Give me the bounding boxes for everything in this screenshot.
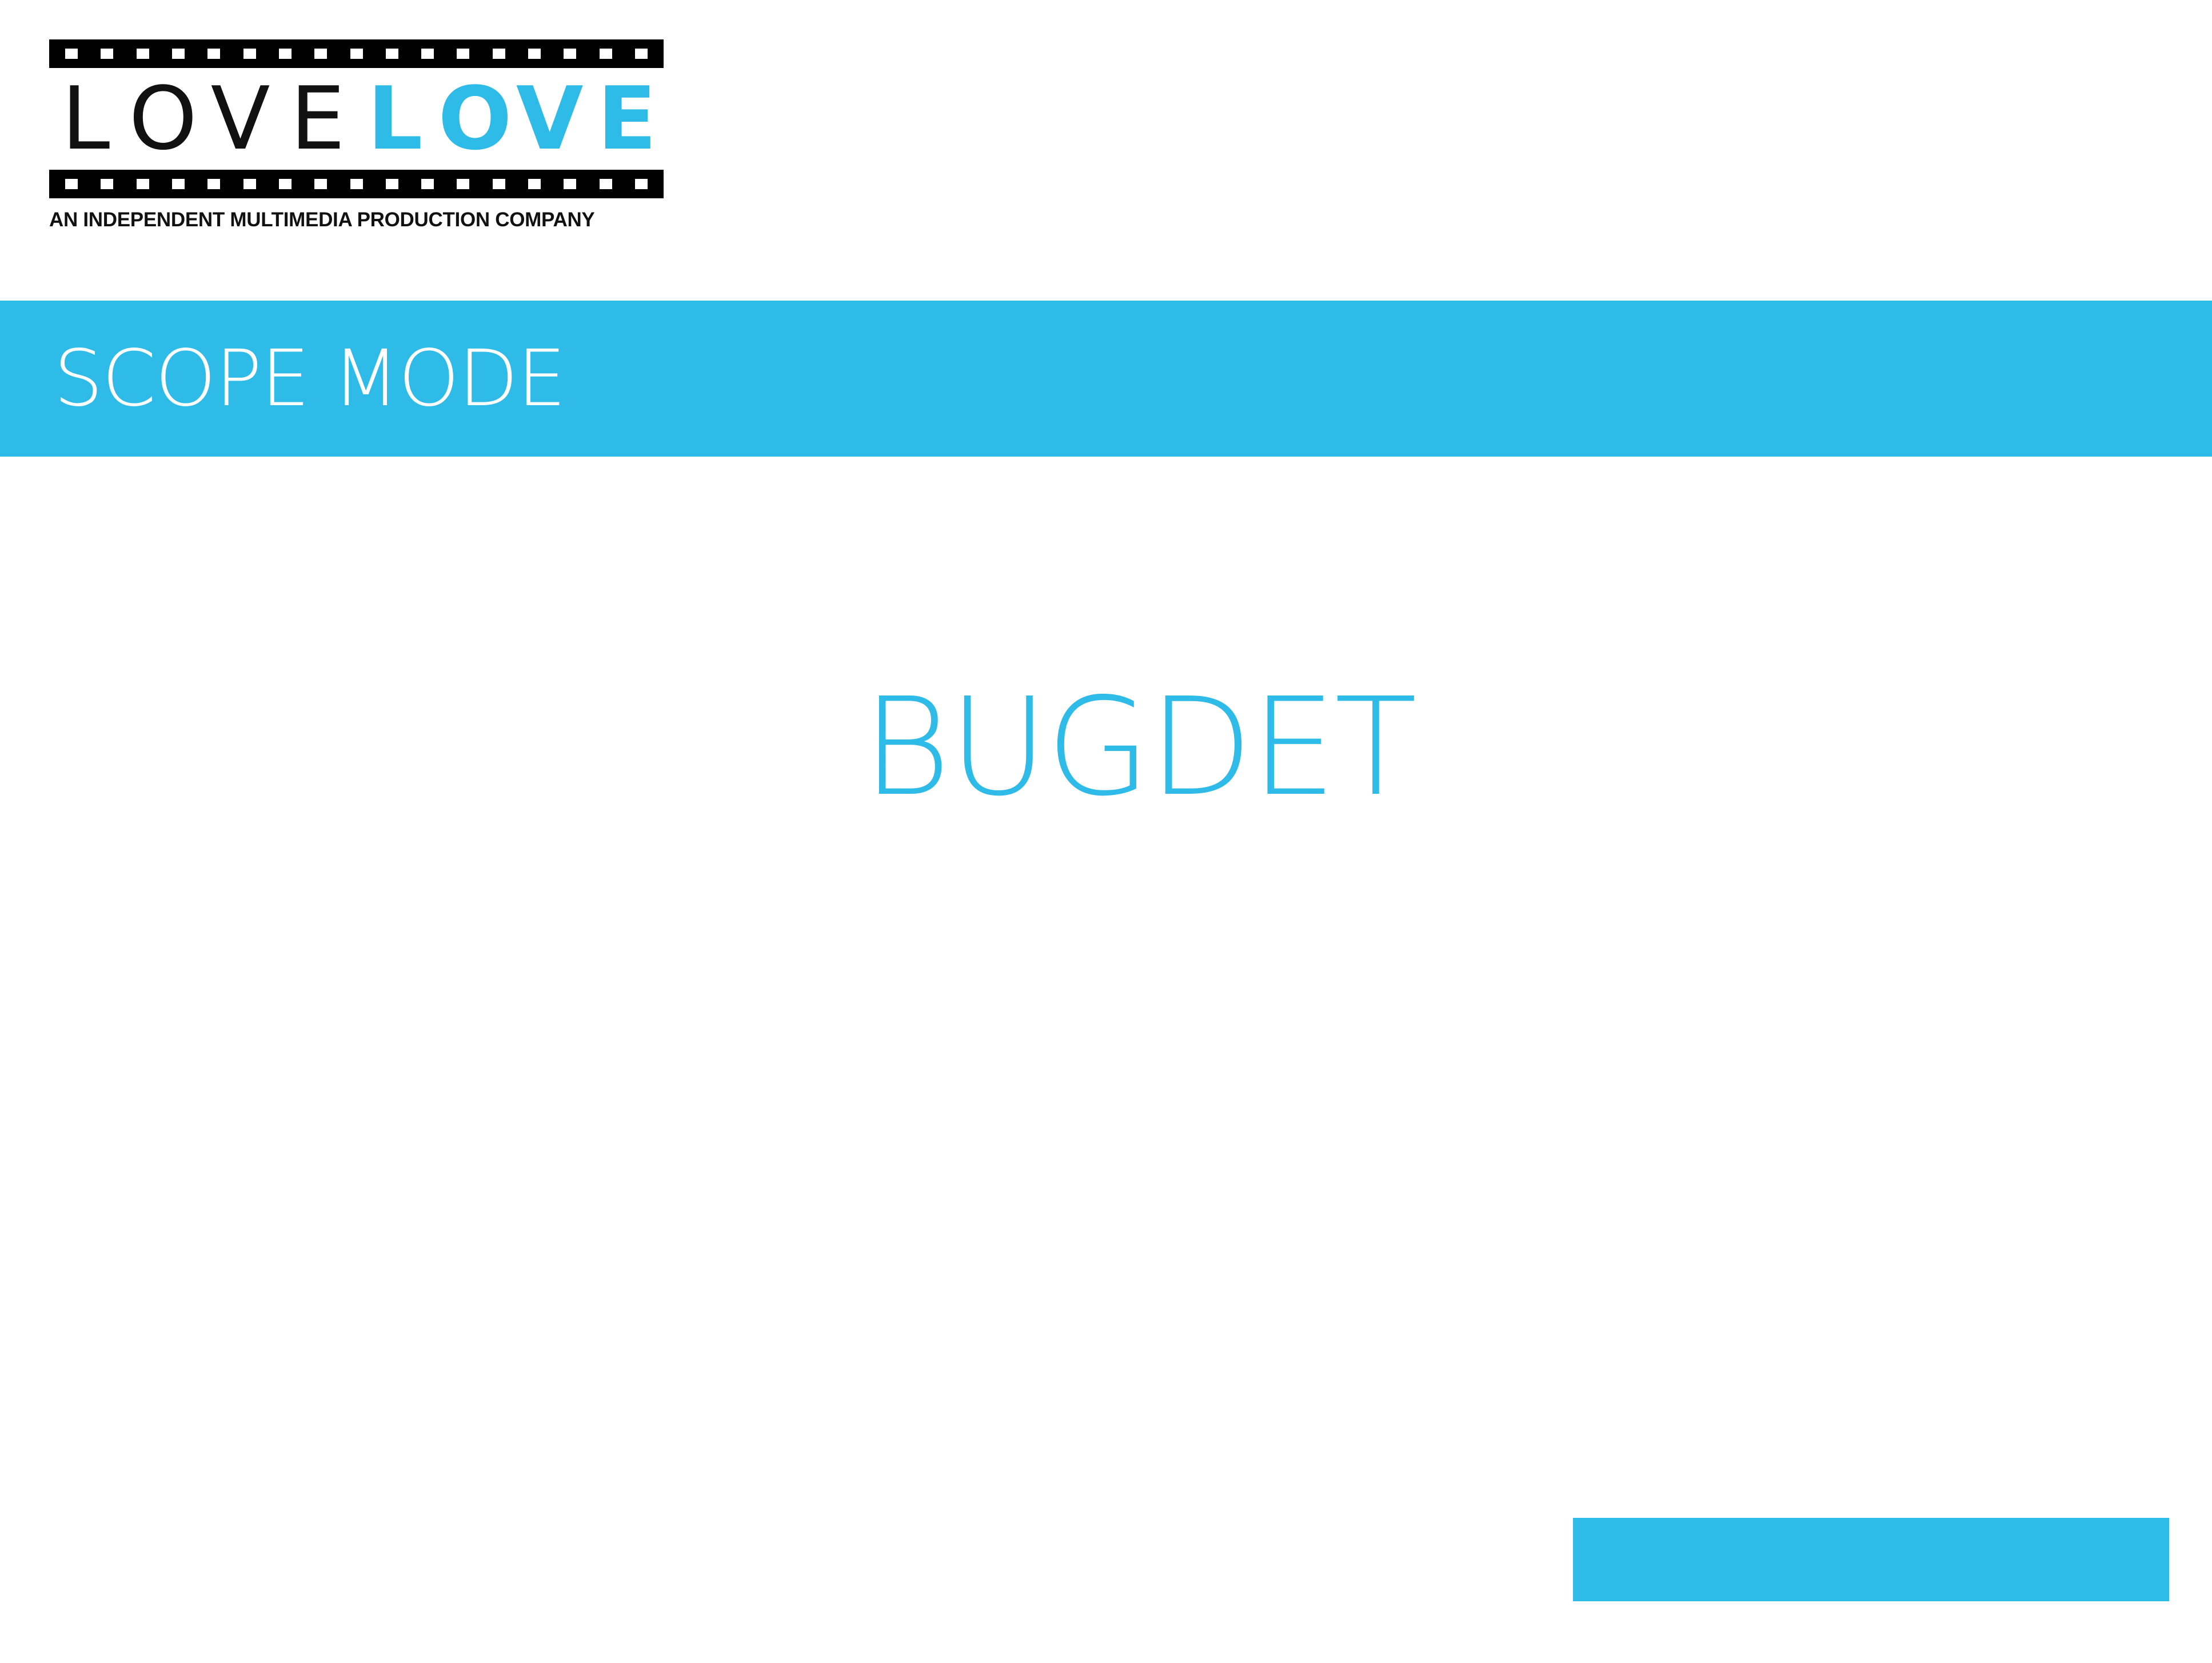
accent-bar — [1573, 1518, 2169, 1601]
film-perforations — [65, 49, 648, 59]
wordmark-letter: V — [210, 68, 270, 169]
logo-tagline: AN INDEPENDENT MULTIMEDIA PRODUCTION COM… — [49, 209, 595, 231]
section-title: SCOPE MODE — [54, 333, 566, 424]
wordmark-letter-accent: V — [516, 68, 584, 169]
wordmark-letter: O — [129, 68, 198, 169]
wordmark-letter: L — [61, 68, 110, 169]
company-logo: L O V E L O V E AN INDEPENDENT MULTIMEDI… — [49, 39, 664, 231]
logo-wordmark: L O V E L O V E — [49, 68, 664, 170]
film-strip-top — [49, 39, 664, 68]
wordmark-letter-accent: L — [367, 68, 423, 169]
page-heading: BUGDET — [862, 669, 1417, 826]
film-perforations — [65, 179, 648, 189]
wordmark-letter-accent: O — [438, 68, 512, 169]
wordmark-letter: E — [290, 68, 345, 169]
header-band: SCOPE MODE — [0, 301, 2212, 457]
film-strip-bottom — [49, 170, 664, 198]
wordmark-letter-accent: E — [597, 68, 657, 169]
